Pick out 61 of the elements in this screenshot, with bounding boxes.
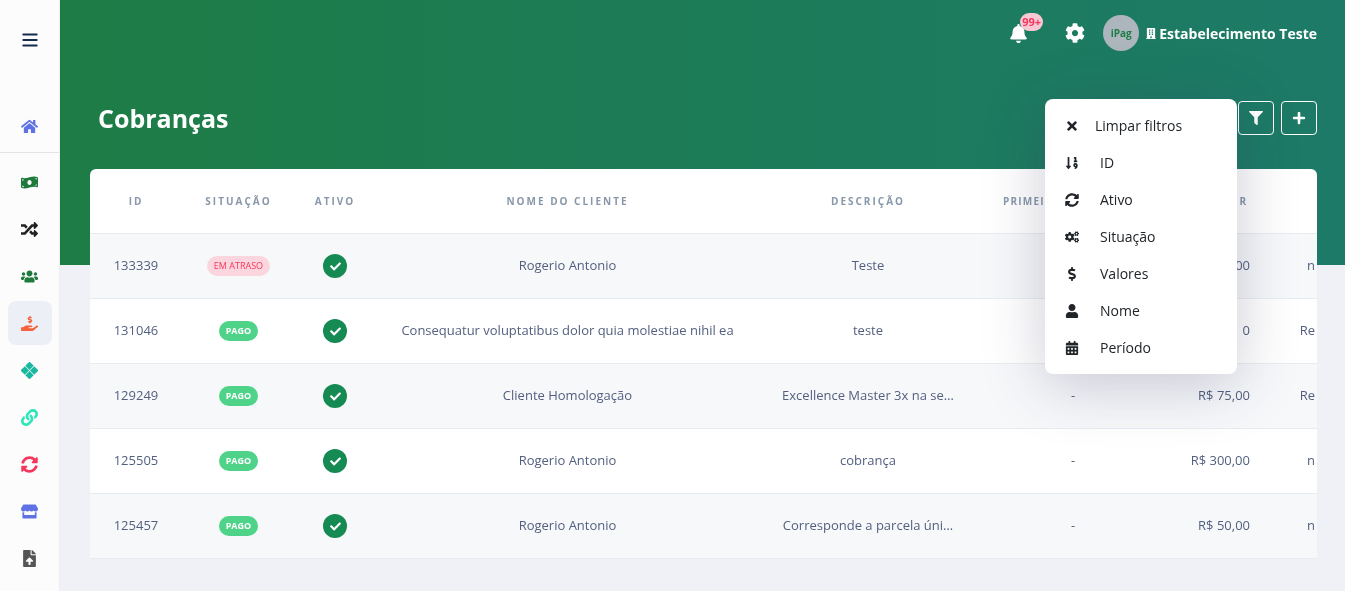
table-cell: R$ 75,00 (1198, 386, 1250, 406)
menu-item[interactable]: Valores (1045, 255, 1237, 292)
table-cell: n (1307, 451, 1315, 471)
table-cell: - (1070, 386, 1076, 406)
column-header: NOME DO CLIENTE (506, 193, 629, 209)
table-cell: Rogerio Antonio (518, 451, 617, 471)
settings-icon (1065, 23, 1086, 43)
sort-numeric-icon (1065, 155, 1079, 170)
close-icon (1065, 118, 1079, 133)
gears-icon (1065, 229, 1079, 244)
table-cell: Teste (851, 256, 885, 276)
column-header: PRIMEI (1003, 193, 1045, 209)
table-cell: Consequatur voluptatibus dolor quia molestiae nihil ea (401, 321, 734, 341)
table-cell: 125457 (113, 516, 159, 536)
status-badge: EM ATRASO (206, 256, 271, 276)
add-button[interactable] (1281, 101, 1317, 135)
table-cell: - (1070, 451, 1076, 471)
dollar-icon (1065, 266, 1079, 281)
table-cell: Rogerio Antonio (518, 256, 617, 276)
column-header: ATIVO (314, 193, 356, 209)
status-badge: PAGO (218, 321, 259, 341)
table-cell: 133339 (113, 256, 159, 276)
calendar-icon (1065, 340, 1079, 355)
table-cell: 0 (1242, 321, 1250, 341)
plus-icon (1292, 111, 1306, 125)
filter-button[interactable] (1238, 101, 1274, 135)
column-header: R (1239, 193, 1248, 209)
table-cell: 125505 (113, 451, 159, 471)
table-cell: teste (852, 321, 884, 341)
column-header: SITUAÇÃO (205, 193, 272, 209)
table-row[interactable]: 129249 PAGO Cliente Homologação Excellence Master 3x na se… - R$ 75,00 Re (90, 364, 1317, 429)
column-header: DESCRIÇÃO (831, 193, 905, 209)
table-cell: Re (1299, 386, 1315, 406)
refresh-icon (1065, 192, 1079, 207)
table-cell: R$ 50,00 (1198, 516, 1250, 536)
table-row[interactable]: 125457 PAGO Rogerio Antonio Corresponde a parcela úni… - R$ 50,00 n (90, 494, 1317, 559)
page-title: Cobranças (98, 100, 229, 136)
menu-item[interactable]: Período (1045, 329, 1237, 366)
menu-item[interactable]: ID (1045, 144, 1237, 181)
status-badge: PAGO (218, 386, 259, 406)
table-cell: n (1307, 516, 1315, 536)
table-cell: Re (1299, 321, 1315, 341)
table-cell: 129249 (113, 386, 159, 406)
menu-item[interactable]: Limpar filtros (1045, 107, 1237, 144)
status-badge: PAGO (218, 451, 259, 471)
building-icon (1146, 27, 1157, 39)
table-cell: Rogerio Antonio (518, 516, 617, 536)
table-cell: 131046 (113, 321, 159, 341)
table-cell: cobrança (840, 451, 896, 471)
menu-item[interactable]: Ativo (1045, 181, 1237, 218)
table-cell: Corresponde a parcela úni… (782, 516, 954, 536)
table-cell: Cliente Homologação (502, 386, 633, 406)
table-cell: R$ 300,00 (1190, 451, 1250, 471)
table-cell: n (1307, 256, 1315, 276)
column-header: ID (128, 193, 144, 209)
table-cell: Excellence Master 3x na se… (782, 386, 954, 406)
user-icon (1065, 303, 1079, 318)
establishment-name[interactable]: Estabelecimento Teste (1159, 22, 1317, 44)
table-cell: - (1070, 516, 1076, 536)
filter-icon (1249, 111, 1263, 125)
status-badge: PAGO (218, 516, 259, 536)
